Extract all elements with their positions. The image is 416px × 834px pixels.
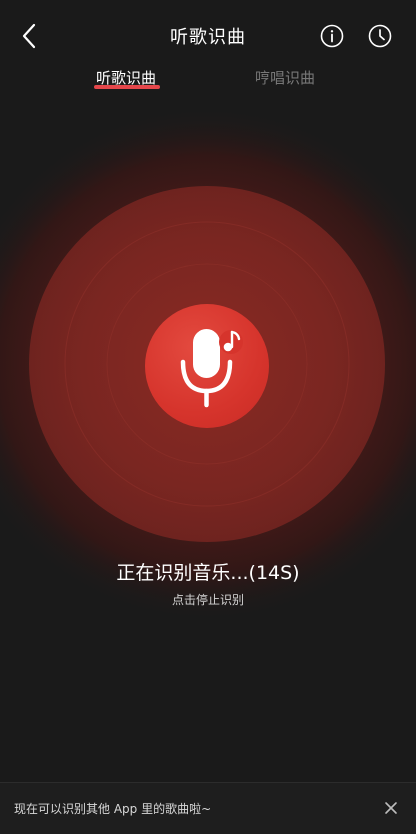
recognition-status: 正在识别音乐...(14S) bbox=[116, 562, 300, 584]
tip-banner: 现在可以识别其他 App 里的歌曲啦~ bbox=[0, 782, 416, 834]
top-bar: 听歌识曲 bbox=[0, 0, 416, 70]
clock-icon bbox=[368, 24, 392, 48]
info-button[interactable] bbox=[320, 24, 344, 48]
close-icon bbox=[385, 802, 397, 814]
history-button[interactable] bbox=[368, 24, 392, 48]
recognize-button[interactable] bbox=[145, 304, 269, 428]
stop-recognition-hint[interactable]: 点击停止识别 bbox=[0, 591, 416, 608]
active-tab-indicator bbox=[94, 85, 160, 89]
tip-banner-text: 现在可以识别其他 App 里的歌曲啦~ bbox=[14, 802, 212, 816]
microphone-music-icon bbox=[180, 329, 243, 408]
info-circle-icon bbox=[320, 24, 344, 48]
tab-hum-recognition[interactable]: 哼唱识曲 bbox=[255, 67, 315, 88]
song-recognition-screen: 听歌识曲 听歌识曲 哼唱识曲 正在识别音乐...(14S) 点击停止识别 现在可… bbox=[0, 0, 416, 834]
close-banner-button[interactable] bbox=[383, 800, 399, 816]
page-title: 听歌识曲 bbox=[170, 27, 246, 48]
